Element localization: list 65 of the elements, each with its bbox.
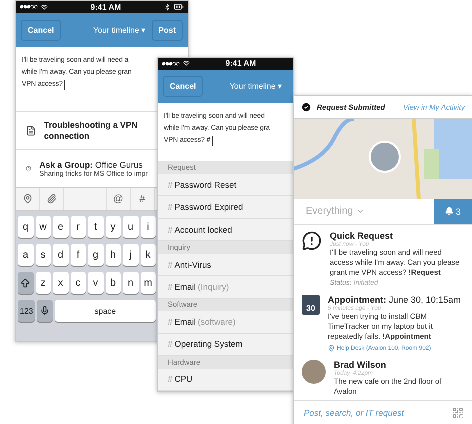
letter-key[interactable]: z	[36, 272, 51, 294]
microphone-icon	[40, 306, 50, 316]
battery-icon	[174, 2, 184, 12]
letter-key[interactable]: e	[53, 216, 68, 238]
item-title: Quick Request	[330, 231, 394, 242]
item-title: Brad Wilson	[334, 360, 388, 370]
location-pin-icon	[22, 194, 32, 204]
hashtag-item[interactable]: # Email (Inquiry)	[158, 276, 293, 299]
letter-key[interactable]: j	[123, 244, 138, 266]
bluetooth-icon	[164, 4, 171, 10]
hashtag-item[interactable]: # Account locked	[158, 218, 293, 242]
hashtag-item[interactable]: # Operating System	[158, 334, 293, 356]
letter-key[interactable]: g	[88, 244, 104, 266]
letter-key[interactable]: a	[18, 244, 34, 266]
letter-key[interactable]: u	[123, 216, 138, 238]
check-icon	[301, 102, 312, 112]
signal-icon	[20, 5, 38, 9]
hashtag-item[interactable]: # CPU	[158, 368, 293, 391]
shift-arrow-icon	[20, 278, 32, 288]
text-cursor	[64, 80, 65, 90]
hashtag-item[interactable]: # Password Reset	[158, 174, 293, 196]
letter-key[interactable]: k	[140, 244, 156, 266]
signal-icon	[162, 62, 180, 66]
letter-key[interactable]: m	[140, 272, 156, 294]
letter-key[interactable]: h	[106, 244, 121, 266]
wifi-icon	[41, 4, 48, 10]
letter-key[interactable]: w	[36, 216, 51, 238]
status-time: 9:41 AM	[224, 59, 258, 68]
calendar-icon: 30	[302, 295, 320, 315]
microphone-key[interactable]	[37, 300, 53, 322]
letter-key[interactable]: t	[88, 216, 104, 238]
wifi-icon	[183, 60, 190, 68]
space-key[interactable]: space	[54, 300, 156, 322]
letter-key[interactable]: i	[140, 216, 156, 238]
letter-key[interactable]: c	[70, 272, 86, 294]
bell-icon	[444, 207, 454, 216]
letter-key[interactable]: v	[88, 272, 104, 294]
letter-key[interactable]: x	[53, 272, 68, 294]
symbol-button[interactable]: @	[107, 188, 131, 210]
suggestion-title: Troubleshooting a VPN connection	[44, 120, 139, 142]
hashtag-item[interactable]: # Email (software)	[158, 311, 293, 334]
letter-key[interactable]: n	[123, 272, 138, 294]
hashtag-item[interactable]: # Password Expired	[158, 196, 293, 219]
suggestion-title: Ask a Group: Office Gurus	[40, 160, 144, 170]
item-title: Appointment: June 30, 10:15am	[328, 295, 462, 306]
chevron-down-icon	[356, 207, 366, 216]
alert-bubble-icon	[302, 231, 322, 251]
shift-key[interactable]	[18, 272, 34, 294]
symbol-button[interactable]: #	[131, 188, 155, 210]
letter-key[interactable]: q	[18, 216, 34, 238]
letter-key[interactable]: b	[106, 272, 121, 294]
letter-key[interactable]: y	[106, 216, 121, 238]
avatar	[302, 360, 326, 384]
status-time: 9:41 AM	[90, 2, 122, 12]
qr-code-icon[interactable]	[452, 407, 464, 419]
location-pin-icon	[328, 345, 335, 352]
letter-key[interactable]: s	[36, 244, 51, 266]
letter-key[interactable]: d	[53, 244, 68, 266]
hashtag-item[interactable]: # Anti-Virus	[158, 254, 293, 276]
paperclip-icon	[46, 194, 56, 204]
document-icon	[26, 124, 36, 138]
text-cursor	[212, 136, 213, 146]
letter-key[interactable]: f	[70, 244, 86, 266]
letter-key[interactable]: r	[70, 216, 86, 238]
numbers-key[interactable]: 123	[18, 300, 36, 322]
